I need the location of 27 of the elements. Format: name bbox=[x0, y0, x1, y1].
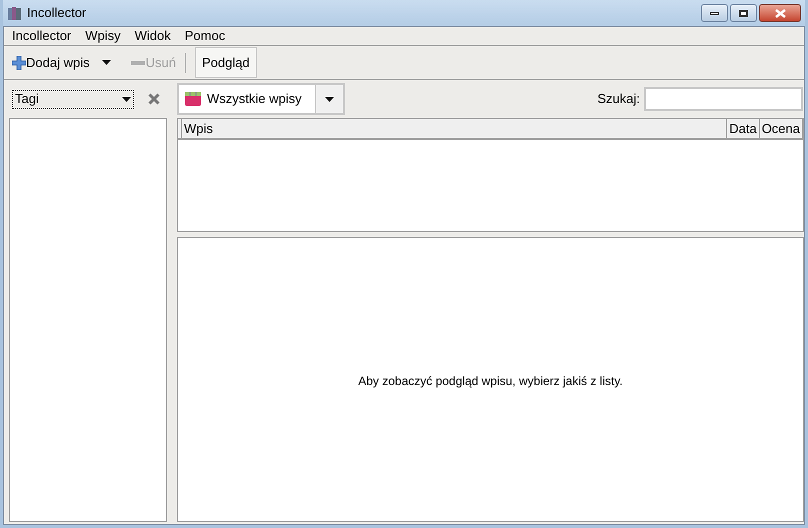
column-header[interactable]: Ocena bbox=[760, 119, 803, 138]
menu-item[interactable]: Incollector bbox=[12, 26, 72, 46]
search-label: Szukaj: bbox=[597, 90, 640, 108]
close-button[interactable] bbox=[759, 4, 801, 22]
menu-item[interactable]: Widok bbox=[134, 26, 171, 46]
menu-item[interactable]: Pomoc bbox=[184, 26, 226, 46]
column-header[interactable]: Wpis bbox=[182, 119, 728, 138]
preview-toggle[interactable]: Podgląd bbox=[194, 47, 257, 78]
category-icon bbox=[184, 91, 202, 107]
plus-icon bbox=[12, 56, 26, 70]
add-entry-button[interactable]: Dodaj wpis bbox=[12, 52, 90, 72]
category-dropdown[interactable]: Wszystkie wpisy bbox=[177, 83, 345, 115]
close-icon bbox=[774, 8, 786, 18]
search-field[interactable] bbox=[644, 87, 803, 111]
caret-icon bbox=[122, 96, 131, 102]
maximize-button[interactable] bbox=[730, 4, 757, 22]
column-header[interactable]: Data bbox=[727, 119, 760, 138]
caret-icon bbox=[102, 60, 111, 65]
clear-icon[interactable] bbox=[148, 93, 160, 105]
minimize-button[interactable] bbox=[701, 4, 728, 22]
window-title: Incollector bbox=[27, 4, 86, 22]
caret-icon bbox=[325, 96, 334, 102]
tag-dropdown[interactable]: Tagi bbox=[12, 90, 134, 108]
menu-item[interactable]: Wpisy bbox=[85, 26, 121, 46]
books-icon bbox=[7, 5, 23, 21]
preview-message: Aby zobaczyć podgląd wpisu, wybierz jakiś z listy. bbox=[358, 372, 623, 390]
minus-icon bbox=[130, 60, 145, 64]
